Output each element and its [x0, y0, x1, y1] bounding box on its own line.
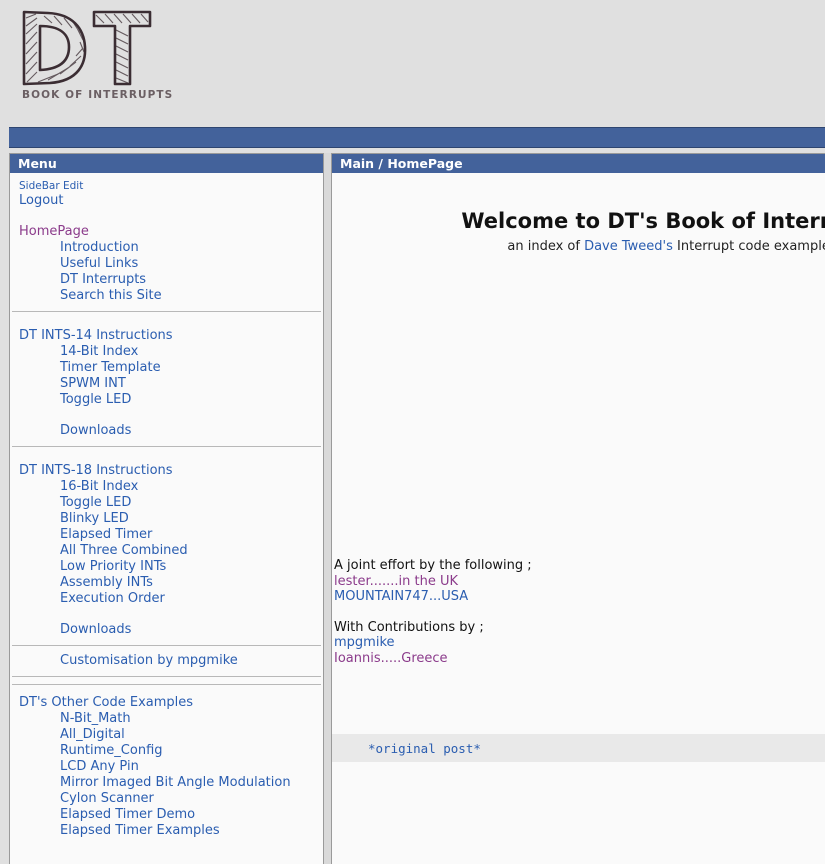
sidebar-item-lcd-any-pin[interactable]: LCD Any Pin — [19, 759, 314, 775]
main-breadcrumb: Main / HomePage — [332, 154, 825, 173]
sidebar-item-timer-template[interactable]: Timer Template — [19, 360, 314, 376]
sidebar-section-ints14: DT INTS-14 Instructions 14-Bit Index Tim… — [10, 328, 323, 439]
sidebar-item-cylon-scanner[interactable]: Cylon Scanner — [19, 791, 314, 807]
sidebar-item-elapsed-timer-examples[interactable]: Elapsed Timer Examples — [19, 823, 314, 839]
main-content: Welcome to DT's Book of Interrupts an in… — [332, 173, 825, 863]
sidebar-section-customisation: Customisation by mpgmike — [10, 653, 323, 669]
divider — [12, 676, 321, 677]
sidebar-item-blinky-led[interactable]: Blinky LED — [19, 511, 314, 527]
sidebar-top-links: SideBar Edit Logout — [10, 179, 323, 209]
sidebar-item-n-bit-math[interactable]: N-Bit_Math — [19, 711, 314, 727]
sidebar-item-dt-interrupts[interactable]: DT Interrupts — [19, 272, 314, 288]
sidebar-item-all-digital[interactable]: All_Digital — [19, 727, 314, 743]
sidebar-item-dt-ints-18-instructions[interactable]: DT INTS-18 Instructions — [19, 463, 314, 479]
divider — [12, 645, 321, 646]
credits-heading-1: A joint effort by the following ; — [334, 558, 532, 573]
sidebar-item-homepage[interactable]: HomePage — [19, 224, 314, 240]
sidebar-item-dt-ints-14-instructions[interactable]: DT INTS-14 Instructions — [19, 328, 314, 344]
sidebar-item-spwm-int[interactable]: SPWM INT — [19, 376, 314, 392]
credits-heading-2: With Contributions by ; — [334, 619, 484, 635]
code-block: *original post* — [332, 734, 825, 762]
sidebar-item-runtime-config[interactable]: Runtime_Config — [19, 743, 314, 759]
sidebar-item-all-three-combined[interactable]: All Three Combined — [19, 543, 314, 559]
credits-author-2: MOUNTAIN747...USA — [334, 589, 532, 605]
sidebar-item-toggle-led-14[interactable]: Toggle LED — [19, 392, 314, 408]
divider — [12, 446, 321, 447]
author-link-mountain747[interactable]: MOUNTAIN747...USA — [334, 589, 468, 604]
sidebar-item-toggle-led-18[interactable]: Toggle LED — [19, 495, 314, 511]
sidebar-item-introduction[interactable]: Introduction — [19, 240, 314, 256]
sidebar: Menu SideBar Edit Logout HomePage Introd… — [9, 153, 324, 864]
original-post-link[interactable]: *original post* — [332, 741, 481, 756]
subtitle-author-link[interactable]: Dave Tweed's — [584, 239, 673, 254]
panel-gap — [324, 153, 331, 864]
divider — [12, 311, 321, 312]
sidebar-section-ints18: DT INTS-18 Instructions 16-Bit Index Tog… — [10, 463, 323, 638]
site-header: BOOK OF INTERRUPTS — [0, 0, 825, 118]
page-root: BOOK OF INTERRUPTS Menu SideBar Edit Log… — [0, 0, 825, 864]
sidebar-item-downloads-14[interactable]: Downloads — [19, 423, 314, 439]
main-panel: Main / HomePage Welcome to DT's Book of … — [331, 153, 825, 864]
credits-contributor-2: Ioannis.....Greece — [334, 651, 532, 667]
page-subtitle: an index of Dave Tweed's Interrupt code … — [332, 239, 825, 254]
sidebar-item-customisation-by-mpgmike[interactable]: Customisation by mpgmike — [19, 653, 314, 669]
sidebar-item-execution-order[interactable]: Execution Order — [19, 591, 314, 607]
credits-contributor-1: mpgmike — [334, 635, 532, 651]
logo-subtitle: BOOK OF INTERRUPTS — [22, 89, 174, 101]
sidebar-item-14-bit-index[interactable]: 14-Bit Index — [19, 344, 314, 360]
sidebar-item-16-bit-index[interactable]: 16-Bit Index — [19, 479, 314, 495]
contributor-link-ioannis[interactable]: Ioannis.....Greece — [334, 651, 448, 666]
sidebar-section-other-examples: DT's Other Code Examples N-Bit_Math All_… — [10, 695, 323, 839]
sidebar-item-assembly-ints[interactable]: Assembly INTs — [19, 575, 314, 591]
sidebar-body: SideBar Edit Logout HomePage Introductio… — [10, 173, 323, 839]
sidebar-item-downloads-18[interactable]: Downloads — [19, 622, 314, 638]
sidebar-title: Menu — [10, 154, 323, 173]
sidebar-item-dts-other-code-examples[interactable]: DT's Other Code Examples — [19, 695, 314, 711]
contributor-link-mpgmike[interactable]: mpgmike — [334, 635, 395, 650]
page-title: Welcome to DT's Book of Interrupts — [461, 209, 825, 233]
credits-author-1: lester.......in the UK — [334, 574, 532, 590]
subtitle-prefix: an index of — [507, 239, 585, 254]
top-blue-bar — [9, 127, 825, 148]
sidebar-item-sidebar-edit[interactable]: SideBar Edit — [19, 179, 314, 193]
sidebar-item-elapsed-timer[interactable]: Elapsed Timer — [19, 527, 314, 543]
author-link-lester[interactable]: lester.......in the UK — [334, 574, 458, 589]
sidebar-section-homepage: HomePage Introduction Useful Links DT In… — [10, 224, 323, 304]
sidebar-item-low-priority-ints[interactable]: Low Priority INTs — [19, 559, 314, 575]
sidebar-item-logout[interactable]: Logout — [19, 193, 314, 209]
sidebar-item-mirror-imaged-bit-angle-modulation[interactable]: Mirror Imaged Bit Angle Modulation — [19, 775, 314, 791]
sidebar-item-elapsed-timer-demo[interactable]: Elapsed Timer Demo — [19, 807, 314, 823]
subtitle-suffix: Interrupt code examples — [672, 239, 825, 254]
sidebar-item-useful-links[interactable]: Useful Links — [19, 256, 314, 272]
divider — [12, 684, 321, 685]
dt-logo-icon — [22, 10, 152, 86]
credits-block: A joint effort by the following ; lester… — [334, 558, 532, 667]
sidebar-item-search-this-site[interactable]: Search this Site — [19, 288, 314, 304]
